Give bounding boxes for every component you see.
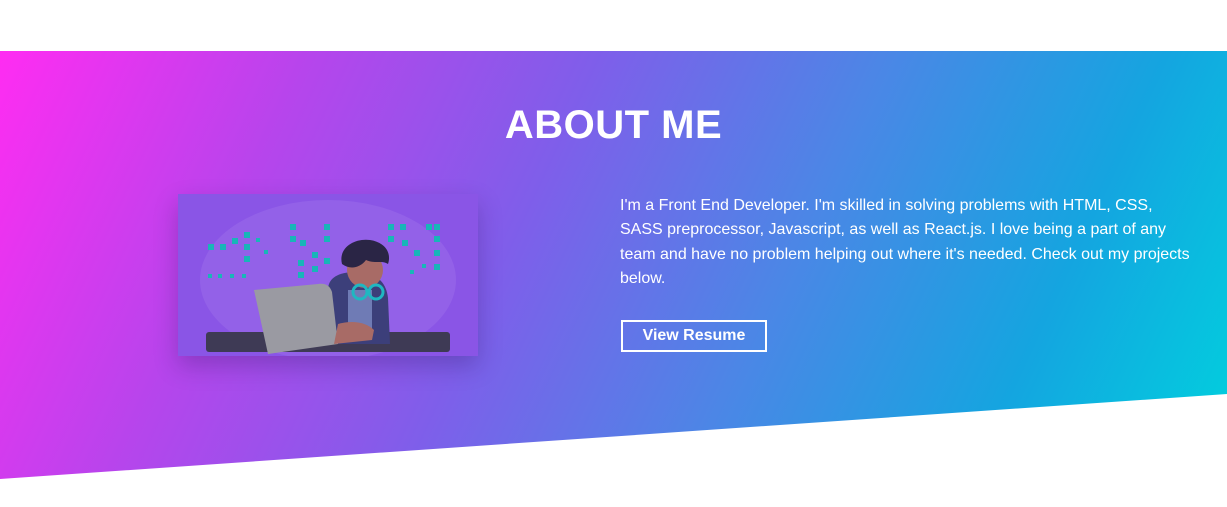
about-bio: I'm a Front End Developer. I'm skilled i… xyxy=(620,197,1190,287)
developer-at-laptop-icon xyxy=(178,194,478,356)
developer-illustration xyxy=(178,194,478,356)
section-title: ABOUT ME xyxy=(504,103,723,147)
about-section: ABOUT ME I'm a Front End Developer. I'm … xyxy=(0,51,1227,479)
view-resume-button[interactable]: View Resume xyxy=(621,320,767,352)
